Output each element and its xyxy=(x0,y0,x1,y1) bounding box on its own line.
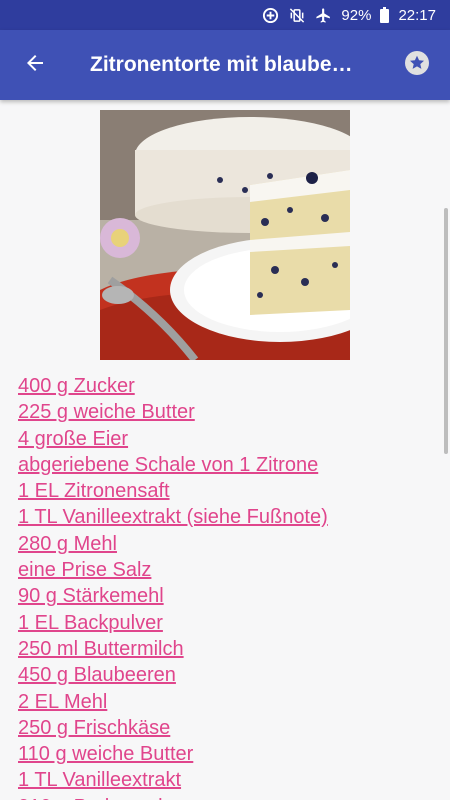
ingredient-link[interactable]: 280 g Mehl xyxy=(18,531,328,557)
recipe-content[interactable]: 400 g Zucker 225 g weiche Butter 4 große E… xyxy=(0,100,450,800)
ingredient-link[interactable]: 1 TL Vanilleextrakt (siehe Fußnote) xyxy=(18,504,328,530)
status-bar: 92% 22:17 xyxy=(0,0,450,30)
data-saver-icon xyxy=(262,7,279,24)
ingredient-link[interactable]: 110 g weiche Butter xyxy=(18,741,328,767)
ingredient-link[interactable]: eine Prise Salz xyxy=(18,557,328,583)
ingredient-link[interactable]: 225 g weiche Butter xyxy=(18,399,328,425)
ingredient-link[interactable]: 210 g Puderzucker xyxy=(18,794,328,800)
arrow-left-icon xyxy=(23,51,47,80)
page-title: Zitronentorte mit blaubeeren xyxy=(90,53,360,76)
scrollbar[interactable] xyxy=(444,208,448,454)
ingredient-link[interactable]: 2 EL Mehl xyxy=(18,689,328,715)
favorite-button[interactable] xyxy=(384,30,450,100)
ingredient-link[interactable]: 250 ml Buttermilch xyxy=(18,636,328,662)
ingredient-link[interactable]: 400 g Zucker xyxy=(18,373,328,399)
vibrate-icon xyxy=(288,7,306,24)
airplane-icon xyxy=(315,7,332,24)
clock: 22:17 xyxy=(398,6,436,24)
battery-level: 92% xyxy=(341,6,372,24)
ingredient-list: 400 g Zucker 225 g weiche Butter 4 große E… xyxy=(18,373,328,800)
ingredient-link[interactable]: 250 g Frischkäse xyxy=(18,715,328,741)
star-icon xyxy=(404,50,430,81)
ingredient-link[interactable]: 450 g Blaubeeren xyxy=(18,662,328,688)
back-button[interactable] xyxy=(0,30,70,100)
recipe-image xyxy=(100,110,350,360)
ingredient-link[interactable]: abgeriebene Schale von 1 Zitrone xyxy=(18,452,328,478)
ingredient-link[interactable]: 1 TL Vanilleextrakt xyxy=(18,767,328,793)
ingredient-link[interactable]: 1 EL Zitronensaft xyxy=(18,478,328,504)
ingredient-link[interactable]: 1 EL Backpulver xyxy=(18,610,328,636)
battery-icon xyxy=(380,7,390,23)
ingredient-link[interactable]: 90 g Stärkemehl xyxy=(18,583,328,609)
ingredient-link[interactable]: 4 große Eier xyxy=(18,426,328,452)
app-bar: Zitronentorte mit blaubeeren xyxy=(0,30,450,100)
